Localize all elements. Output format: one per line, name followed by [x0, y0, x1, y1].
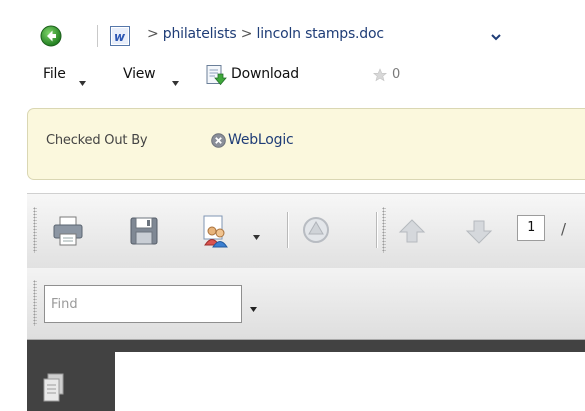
toolbar-separator — [376, 212, 377, 248]
view-menu[interactable]: View — [123, 66, 156, 82]
breadcrumb: > philatelists > lincoln stamps.doc — [147, 26, 384, 42]
toolbar-grip[interactable] — [33, 280, 37, 326]
annotation-icon[interactable] — [300, 214, 334, 248]
breadcrumb-folder-link[interactable]: philatelists — [163, 26, 237, 42]
file-menu[interactable]: File — [43, 66, 66, 82]
page-total-separator: / — [561, 220, 567, 238]
previous-page-icon[interactable] — [395, 214, 429, 248]
user-status-icon — [211, 133, 226, 148]
chevron-down-icon[interactable] — [490, 31, 502, 41]
download-icon[interactable] — [205, 64, 227, 86]
star-icon[interactable] — [373, 68, 387, 82]
back-icon[interactable] — [40, 25, 62, 47]
separator — [97, 25, 98, 47]
breadcrumb-separator: > — [147, 26, 159, 42]
save-icon[interactable] — [127, 214, 161, 248]
toolbar-grip[interactable] — [382, 207, 386, 253]
checkout-user-link[interactable]: WebLogic — [228, 132, 294, 148]
find-input[interactable] — [44, 285, 242, 323]
share-users-icon[interactable] — [198, 214, 232, 248]
caret-down-icon[interactable] — [253, 229, 260, 240]
toolbar-grip[interactable] — [33, 207, 37, 253]
breadcrumb-document-link[interactable]: lincoln stamps.doc — [257, 26, 385, 42]
toolbar-separator — [287, 212, 288, 248]
favorite-count: 0 — [392, 67, 401, 82]
document-page — [115, 352, 585, 411]
next-page-icon[interactable] — [462, 214, 496, 248]
print-icon[interactable] — [51, 214, 85, 248]
thumbnails-icon[interactable] — [41, 372, 67, 406]
download-link[interactable]: Download — [231, 66, 299, 82]
caret-down-icon[interactable] — [79, 75, 86, 86]
word-document-icon: w — [109, 25, 131, 47]
svg-text:w: w — [114, 30, 126, 44]
breadcrumb-separator: > — [240, 26, 253, 42]
caret-down-icon[interactable] — [250, 301, 257, 312]
page-number-input[interactable]: 1 — [517, 215, 545, 241]
checkout-label: Checked Out By — [46, 133, 148, 148]
caret-down-icon[interactable] — [172, 75, 179, 86]
